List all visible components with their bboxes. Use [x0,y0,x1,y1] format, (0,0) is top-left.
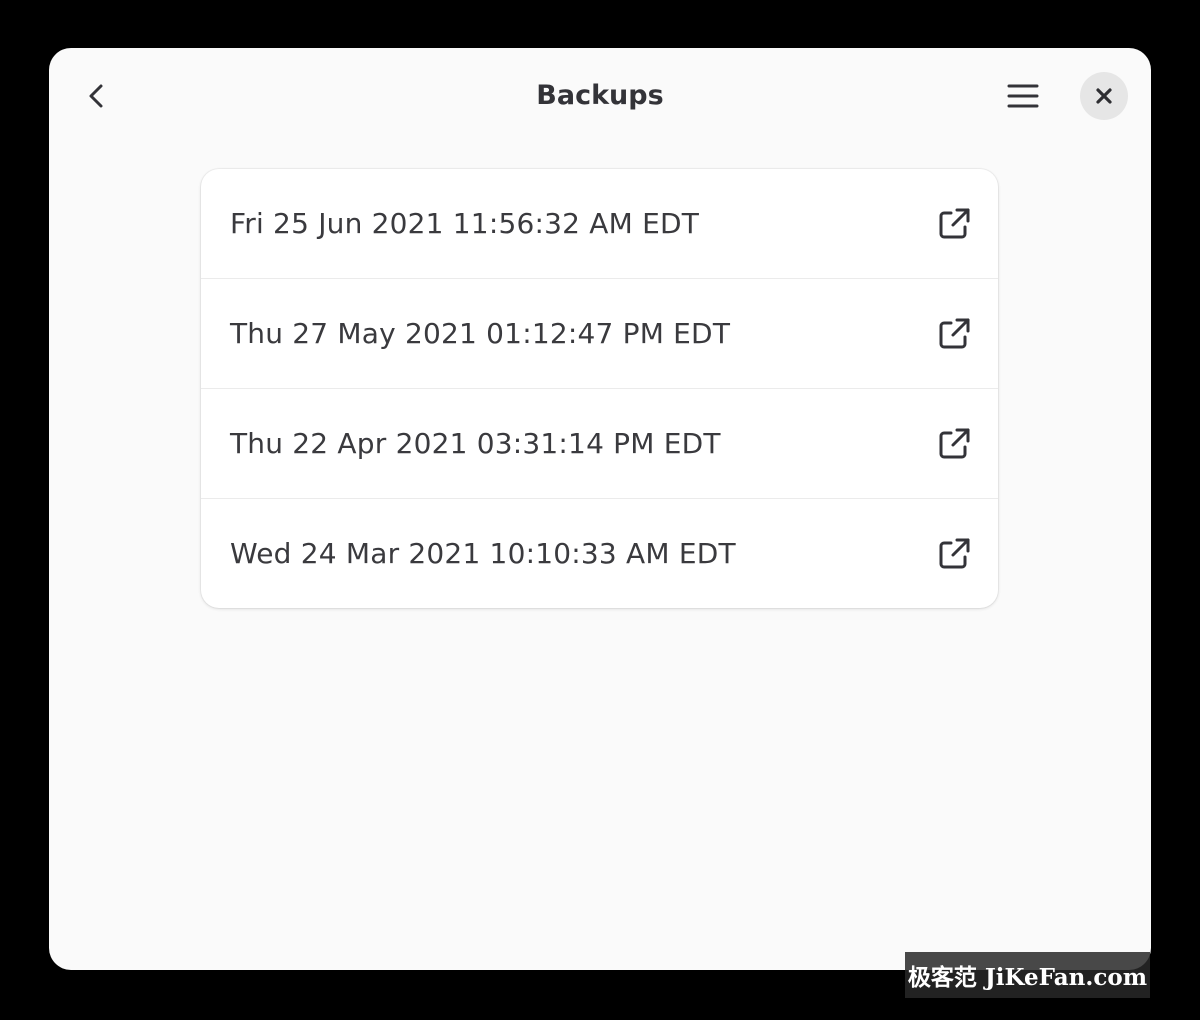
backup-row[interactable]: Fri 25 Jun 2021 11:56:32 AM EDT [201,169,998,279]
external-link-icon[interactable] [936,536,972,572]
page-title: Backups [536,80,664,111]
backup-row[interactable]: Thu 27 May 2021 01:12:47 PM EDT [201,279,998,389]
backups-window: Backups Fri 25 Jun 2021 11:56:32 AM EDT [49,48,1151,970]
backup-row[interactable]: Thu 22 Apr 2021 03:31:14 PM EDT [201,389,998,499]
external-link-icon[interactable] [936,426,972,462]
watermark: 极客范 JiKeFan.com [905,952,1150,998]
close-button[interactable] [1080,72,1128,120]
main-menu-button[interactable] [999,72,1047,120]
backup-date-label: Wed 24 Mar 2021 10:10:33 AM EDT [230,537,736,570]
close-icon [1096,88,1112,104]
backup-row[interactable]: Wed 24 Mar 2021 10:10:33 AM EDT [201,499,998,608]
backup-date-label: Thu 22 Apr 2021 03:31:14 PM EDT [230,427,721,460]
header-bar: Backups [49,48,1151,144]
backups-list: Fri 25 Jun 2021 11:56:32 AM EDT Thu 27 M… [201,169,998,608]
external-link-icon[interactable] [936,206,972,242]
backup-date-label: Thu 27 May 2021 01:12:47 PM EDT [230,317,731,350]
backup-date-label: Fri 25 Jun 2021 11:56:32 AM EDT [230,207,700,240]
hamburger-menu-icon [1007,84,1039,108]
external-link-icon[interactable] [936,316,972,352]
